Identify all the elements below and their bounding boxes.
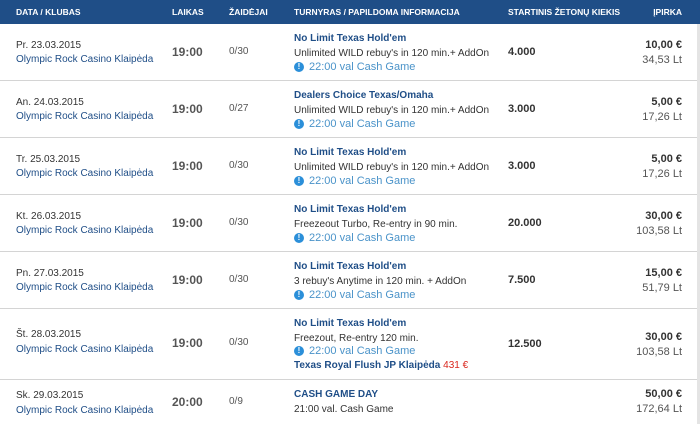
row-buyin-eur: 10,00 € (645, 39, 682, 51)
row-players: 0/30 (229, 217, 249, 228)
info-circle-icon: ! (294, 119, 304, 129)
row-date: Pr. 23.03.2015 (16, 40, 82, 51)
row-tournament-detail: 21:00 val. Cash Game (294, 404, 394, 415)
row-date: Tr. 25.03.2015 (16, 154, 81, 165)
header-buyin: ĮPIRKA (653, 7, 682, 17)
row-cash-game-label: 22:00 val Cash Game (309, 232, 416, 244)
row-time: 19:00 (172, 45, 203, 59)
row-venue-link[interactable]: Olympic Rock Casino Klaipėda (16, 225, 153, 236)
table-header: DATA / KLUBAS LAIKAS ŽAIDĖJAI TURNYRAS /… (0, 0, 700, 24)
row-buyin-ltl: 103,58 Lt (636, 225, 682, 237)
row-buyin-eur: 5,00 € (651, 153, 682, 165)
row-tournament-detail: Freezeout Turbo, Re-entry in 90 min. (294, 219, 458, 230)
row-time: 19:00 (172, 216, 203, 230)
row-cash-game-label: 22:00 val Cash Game (309, 289, 416, 301)
row-buyin-eur: 30,00 € (645, 210, 682, 222)
row-tournament-detail: Freezout, Re-entry 120 min. (294, 333, 419, 344)
row-players: 0/9 (229, 396, 243, 407)
info-circle-icon: ! (294, 62, 304, 72)
row-players: 0/27 (229, 103, 249, 114)
row-cash-game: ! 22:00 val Cash Game (294, 232, 415, 244)
header-players: ŽAIDĖJAI (229, 7, 268, 17)
row-players: 0/30 (229, 160, 249, 171)
row-buyin-eur: 5,00 € (651, 96, 682, 108)
row-buyin-ltl: 172,64 Lt (636, 403, 682, 415)
table-row[interactable]: An. 24.03.2015 Olympic Rock Casino Klaip… (0, 81, 700, 138)
row-tournament-title[interactable]: No Limit Texas Hold'em (294, 33, 406, 44)
row-date: Pn. 27.03.2015 (16, 268, 84, 279)
row-cash-game: ! 22:00 val Cash Game (294, 289, 415, 301)
table-row[interactable]: Sk. 29.03.2015 Olympic Rock Casino Klaip… (0, 380, 700, 424)
row-buyin-eur: 30,00 € (645, 331, 682, 343)
info-circle-icon: ! (294, 346, 304, 356)
row-buyin-ltl: 17,26 Lt (642, 168, 682, 180)
row-time: 19:00 (172, 159, 203, 173)
row-tournament-title[interactable]: No Limit Texas Hold'em (294, 204, 406, 215)
row-date: An. 24.03.2015 (16, 97, 84, 108)
row-cash-game-label: 22:00 val Cash Game (309, 345, 416, 357)
info-circle-icon: ! (294, 176, 304, 186)
row-venue-link[interactable]: Olympic Rock Casino Klaipėda (16, 54, 153, 65)
row-tournament-detail: Unlimited WILD rebuy's in 120 min.+ AddO… (294, 48, 490, 59)
row-jackpot-amount: 431 € (443, 360, 469, 371)
row-jackpot-label: Texas Royal Flush JP Klaipėda (294, 360, 441, 371)
row-time: 19:00 (172, 102, 203, 116)
row-venue-link[interactable]: Olympic Rock Casino Klaipėda (16, 168, 153, 179)
row-tournament-detail: 3 rebuy's Anytime in 120 min. + AddOn (294, 276, 467, 287)
header-date-venue: DATA / KLUBAS (16, 7, 81, 17)
info-circle-icon: ! (294, 290, 304, 300)
row-date: Kt. 26.03.2015 (16, 211, 82, 222)
row-time: 19:00 (172, 336, 203, 350)
table-row[interactable]: Pn. 27.03.2015 Olympic Rock Casino Klaip… (0, 252, 700, 309)
row-time: 20:00 (172, 395, 203, 409)
table-row[interactable]: Kt. 26.03.2015 Olympic Rock Casino Klaip… (0, 195, 700, 252)
row-buyin-ltl: 103,58 Lt (636, 346, 682, 358)
row-venue-link[interactable]: Olympic Rock Casino Klaipėda (16, 344, 153, 355)
row-tournament-title[interactable]: No Limit Texas Hold'em (294, 261, 406, 272)
header-chips: STARTINIS ŽETONŲ KIEKIS (508, 7, 621, 17)
row-chips: 20.000 (508, 217, 542, 229)
row-players: 0/30 (229, 46, 249, 57)
row-chips: 4.000 (508, 46, 536, 58)
header-tournament: TURNYRAS / PAPILDOMA INFORMACIJA (294, 7, 460, 17)
row-date: Št. 28.03.2015 (16, 329, 82, 340)
row-date: Sk. 29.03.2015 (16, 390, 84, 401)
row-cash-game: ! 22:00 val Cash Game (294, 175, 415, 187)
row-venue-link[interactable]: Olympic Rock Casino Klaipėda (16, 282, 153, 293)
row-time: 19:00 (172, 273, 203, 287)
row-chips: 3.000 (508, 160, 536, 172)
row-players: 0/30 (229, 274, 249, 285)
row-cash-game: ! 22:00 val Cash Game (294, 61, 415, 73)
row-tournament-detail: Unlimited WILD rebuy's in 120 min.+ AddO… (294, 105, 490, 116)
row-tournament-detail: Unlimited WILD rebuy's in 120 min.+ AddO… (294, 162, 490, 173)
row-chips: 12.500 (508, 338, 542, 350)
table-row[interactable]: Tr. 25.03.2015 Olympic Rock Casino Klaip… (0, 138, 700, 195)
row-tournament-title[interactable]: Dealers Choice Texas/Omaha (294, 90, 433, 101)
row-players: 0/30 (229, 337, 249, 348)
table-row[interactable]: Pr. 23.03.2015 Olympic Rock Casino Klaip… (0, 24, 700, 81)
row-venue-link[interactable]: Olympic Rock Casino Klaipėda (16, 405, 153, 416)
row-chips: 3.000 (508, 103, 536, 115)
row-buyin-ltl: 51,79 Lt (642, 282, 682, 294)
row-tournament-title[interactable]: CASH GAME DAY (294, 389, 378, 400)
row-cash-game: ! 22:00 val Cash Game (294, 118, 415, 130)
row-chips: 7.500 (508, 274, 536, 286)
row-buyin-ltl: 34,53 Lt (642, 54, 682, 66)
table-row[interactable]: Št. 28.03.2015 Olympic Rock Casino Klaip… (0, 309, 700, 380)
row-tournament-title[interactable]: No Limit Texas Hold'em (294, 318, 406, 329)
row-buyin-eur: 15,00 € (645, 267, 682, 279)
row-cash-game-label: 22:00 val Cash Game (309, 175, 416, 187)
header-time: LAIKAS (172, 7, 204, 17)
row-buyin-eur: 50,00 € (645, 388, 682, 400)
row-jackpot: Texas Royal Flush JP Klaipėda 431 € (294, 360, 468, 371)
row-tournament-title[interactable]: No Limit Texas Hold'em (294, 147, 406, 158)
row-cash-game-label: 22:00 val Cash Game (309, 118, 416, 130)
row-venue-link[interactable]: Olympic Rock Casino Klaipėda (16, 111, 153, 122)
row-cash-game: ! 22:00 val Cash Game (294, 345, 415, 357)
info-circle-icon: ! (294, 233, 304, 243)
row-cash-game-label: 22:00 val Cash Game (309, 61, 416, 73)
row-buyin-ltl: 17,26 Lt (642, 111, 682, 123)
